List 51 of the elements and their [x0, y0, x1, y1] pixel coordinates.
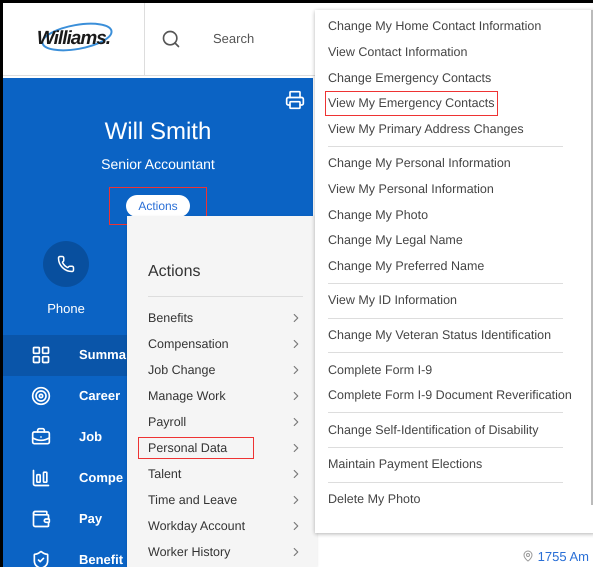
menu-item[interactable]: Workday Account [138, 514, 246, 538]
job-title: Senior Accountant [101, 155, 215, 174]
nav-item[interactable]: Career [3, 376, 127, 416]
phone-button[interactable] [43, 241, 89, 287]
chart-icon [31, 468, 51, 488]
nav-item[interactable]: Summa [3, 334, 127, 376]
wallet-icon [31, 509, 51, 529]
menu-item[interactable]: Talent [138, 462, 182, 486]
phone-label: Phone [47, 300, 85, 318]
nav-item[interactable]: Compe [3, 458, 127, 498]
search-icon[interactable] [161, 29, 181, 49]
menu-item[interactable]: Job Change [138, 358, 216, 382]
menu-item[interactable]: Time and Leave [138, 488, 238, 512]
phone-icon [57, 255, 75, 273]
submenu-item[interactable]: Maintain Payment Elections [325, 452, 486, 478]
submenu-item[interactable]: View My ID Information [325, 288, 460, 314]
submenu-item[interactable]: Change Self-Identification of Disability [325, 417, 542, 443]
menu-item[interactable]: Compensation [138, 332, 230, 356]
menu-item[interactable]: Benefits [138, 306, 194, 330]
submenu-item[interactable]: Change My Legal Name [325, 228, 466, 254]
submenu-item[interactable]: Change My Personal Information [325, 150, 514, 177]
submenu-item[interactable]: Change My Home Contact Information [325, 14, 544, 40]
nav-item[interactable]: Pay [3, 498, 127, 540]
target-icon [31, 386, 51, 406]
submenu-item[interactable]: Change My Preferred Name [325, 253, 488, 279]
nav-item[interactable]: Job [3, 416, 127, 458]
actions-button[interactable]: Actions [126, 195, 190, 217]
menu-item[interactable]: Worker History [138, 540, 232, 564]
menu-item[interactable]: Manage Work [138, 384, 227, 408]
search-field[interactable]: Search [213, 29, 283, 49]
address-link[interactable]: 1755 Am [538, 546, 589, 566]
grid-icon [31, 345, 51, 365]
submenu-item[interactable]: View My Emergency Contacts [325, 90, 498, 116]
nav-item[interactable]: Benefit [3, 540, 127, 567]
submenu-item[interactable]: Change Emergency Contacts [325, 65, 494, 91]
submenu-item[interactable]: Change My Photo [325, 202, 432, 228]
submenu-item[interactable]: View My Primary Address Changes [325, 116, 527, 142]
submenu-item[interactable]: Complete Form I-9 Document Reverification [325, 382, 575, 408]
menu-item[interactable]: Personal Data [138, 436, 254, 460]
location-icon [522, 550, 534, 562]
submenu-item[interactable]: Complete Form I-9 [325, 357, 436, 383]
briefcase-icon [31, 427, 51, 447]
menu-item[interactable]: Payroll [138, 410, 188, 434]
shield-icon [31, 550, 51, 567]
actions-menu-title: Actions [148, 260, 303, 297]
submenu-item[interactable]: View My Personal Information [325, 176, 497, 202]
print-icon[interactable] [285, 90, 305, 110]
submenu-item[interactable]: View Contact Information [325, 40, 470, 66]
submenu-item[interactable]: Change My Veteran Status Identification [325, 322, 554, 348]
submenu-item[interactable]: Delete My Photo [325, 486, 424, 512]
employee-name: Will Smith [104, 117, 212, 147]
